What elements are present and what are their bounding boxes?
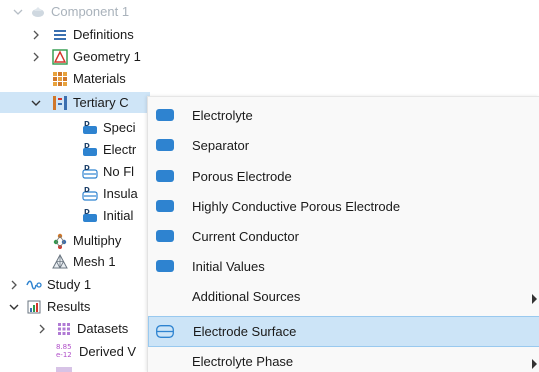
boundary-feature-icon: D [82,186,98,202]
svg-text:D: D [84,120,90,128]
component-icon [30,4,46,20]
multiphysics-icon [52,233,68,249]
tree-node-cutoff [56,364,72,372]
tree-node-multiphysics[interactable]: Multiphy [52,230,121,251]
domain-feature-icon: D [82,208,98,224]
domain-feature-icon: D [82,142,98,158]
tree-label: Derived V [79,344,137,359]
tree-node-definitions[interactable]: Definitions [30,24,134,45]
study-icon [26,277,42,293]
chevron-right-icon[interactable] [30,29,42,41]
tree-label: No Fl [103,164,135,179]
menu-item-separator[interactable]: Separator [148,131,539,161]
menu-item-highly-conductive-porous-electrode[interactable]: Highly Conductive Porous Electrode [148,192,539,222]
tree-node-electrolyte[interactable]: D Electr [82,139,136,160]
menu-item-initial-values[interactable]: Initial Values [148,252,539,282]
menu-item-porous-electrode[interactable]: Porous Electrode [148,162,539,192]
domain-feature-icon [156,260,174,272]
tree-node-initial-values[interactable]: D Initial [82,205,133,226]
tree-label: Multiphy [73,233,122,248]
tree-label: Insula [103,186,138,201]
menu-item-electrolyte-phase[interactable]: Electrolyte Phase [148,347,539,372]
tree-node-component[interactable]: Component 1 [2,1,129,22]
menu-item-current-conductor[interactable]: Current Conductor [148,222,539,252]
svg-text:D: D [84,142,90,150]
context-menu: Electrolyte Separator Porous Electrode H… [147,96,539,372]
svg-text:D: D [84,164,90,172]
domain-feature-icon [156,139,174,151]
tree-node-no-flux[interactable]: D No Fl [82,161,134,182]
tree-label: Definitions [73,27,134,42]
chevron-down-icon[interactable] [8,301,20,313]
chevron-right-icon[interactable] [36,323,48,335]
definitions-icon [52,27,68,43]
tree-node-results[interactable]: Results [8,296,90,317]
tree-label: Initial [103,208,134,223]
tree-label: Datasets [77,321,129,336]
derived-values-icon: 8.85 e-12 [56,342,72,359]
results-icon [26,299,42,315]
tree-label: Study 1 [47,277,92,292]
electrochemistry-physics-icon [52,95,68,111]
tree-label: Electr [103,142,137,157]
tree-node-study[interactable]: Study 1 [8,274,91,295]
tree-label: Component 1 [51,4,130,19]
menu-item-additional-sources[interactable]: Additional Sources [148,282,539,312]
tree-label: Mesh 1 [73,254,116,269]
boundary-feature-icon: D [82,164,98,180]
tree-node-insulation[interactable]: D Insula [82,183,138,204]
domain-feature-icon [156,200,174,212]
datasets-icon [56,321,72,337]
boundary-feature-icon [156,325,174,338]
svg-text:D: D [84,186,90,194]
menu-item-electrode-surface[interactable]: Electrode Surface [148,316,539,347]
geometry-icon [52,48,68,65]
chevron-down-icon[interactable] [30,97,42,109]
tree-label: Tertiary C [73,95,129,110]
menu-item-electrolyte[interactable]: Electrolyte [148,101,539,131]
domain-feature-icon [156,230,174,242]
tree-node-species[interactable]: D Speci [82,117,136,138]
tree-node-derived-values[interactable]: 8.85 e-12 Derived V [56,341,136,362]
tree-node-mesh[interactable]: Mesh 1 [52,251,116,272]
tree-label: Materials [73,71,126,86]
materials-icon [52,71,68,87]
tree-node-geometry[interactable]: Geometry 1 [30,46,141,67]
tree-node-datasets[interactable]: Datasets [36,318,128,339]
chevron-right-icon[interactable] [30,51,42,63]
domain-feature-icon: D [82,120,98,136]
domain-feature-icon [156,109,174,121]
tree-label: Results [47,299,91,314]
table-icon [56,367,72,372]
submenu-arrow-icon [532,357,538,369]
submenu-arrow-icon [532,292,538,304]
tree-node-materials[interactable]: Materials [52,68,126,89]
tree-node-tertiary-current-distribution[interactable]: Tertiary C [0,92,150,113]
domain-feature-icon [156,170,174,182]
chevron-right-icon[interactable] [8,279,20,291]
svg-text:D: D [84,208,90,216]
tree-label: Geometry 1 [73,49,141,64]
mesh-icon [52,253,68,270]
tree-label: Speci [103,120,136,135]
chevron-down-icon[interactable] [12,6,24,18]
